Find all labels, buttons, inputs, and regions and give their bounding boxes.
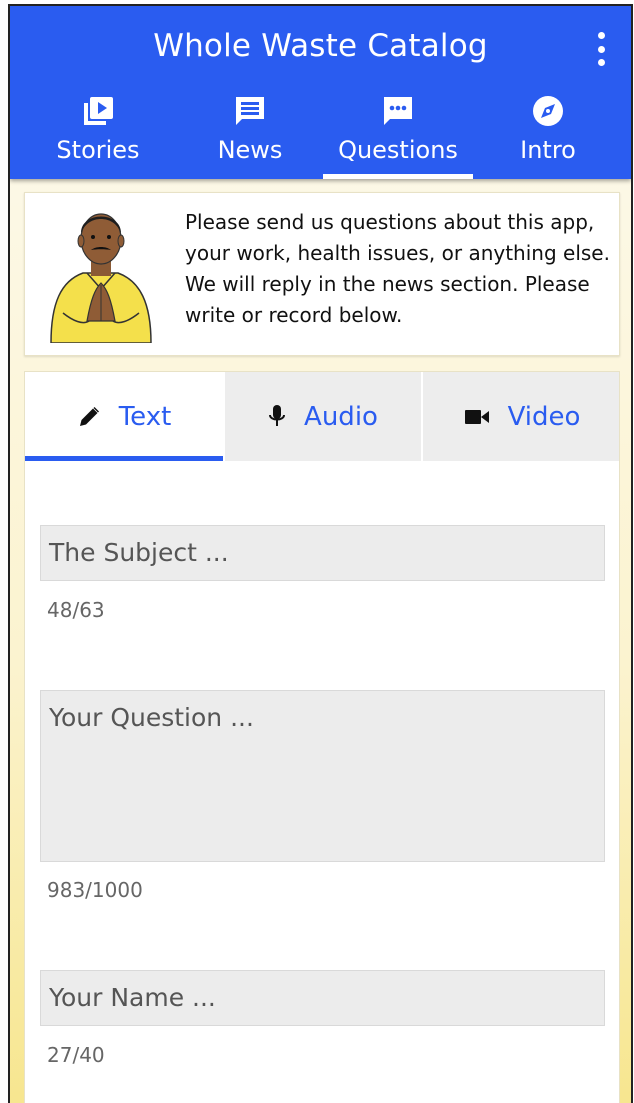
question-form: Text Audio Video The Subject ... 48/63 Y… [24, 371, 620, 1103]
question-textarea[interactable]: Your Question ... [40, 690, 605, 862]
input-mode-tabs: Text Audio Video [25, 372, 619, 461]
intro-card: Please send us questions about this app,… [24, 192, 620, 356]
mode-tab-audio-label: Audio [304, 401, 378, 432]
main-nav-tabs: Stories News Questions Intro [10, 92, 631, 179]
microphone-icon [269, 404, 286, 426]
chat-dots-icon [384, 97, 412, 125]
mode-tab-text-label: Text [118, 401, 172, 432]
play-stack-icon [84, 97, 113, 125]
tab-questions-label: Questions [338, 136, 458, 164]
app-bar: Whole Waste Catalog Stories News Questio… [10, 6, 631, 179]
name-input[interactable]: Your Name ... [40, 970, 605, 1026]
message-lines-icon [236, 97, 264, 125]
subject-placeholder: The Subject ... [49, 538, 229, 567]
overflow-menu-icon[interactable] [595, 32, 607, 66]
tab-news[interactable]: News [180, 92, 320, 179]
app-frame: Whole Waste Catalog Stories News Questio… [8, 4, 633, 1103]
tab-intro-label: Intro [520, 136, 576, 164]
active-tab-indicator [323, 174, 473, 179]
subject-char-counter: 48/63 [47, 598, 105, 622]
mode-tab-text[interactable]: Text [25, 372, 223, 461]
mode-tab-audio[interactable]: Audio [225, 372, 421, 461]
tab-stories-label: Stories [56, 136, 140, 164]
question-char-counter: 983/1000 [47, 878, 143, 902]
question-placeholder: Your Question ... [49, 703, 254, 732]
mode-tab-video-label: Video [507, 401, 581, 432]
tab-stories[interactable]: Stories [28, 92, 168, 179]
name-char-counter: 27/40 [47, 1043, 105, 1067]
tab-questions[interactable]: Questions [323, 92, 473, 179]
pencil-icon [79, 406, 99, 426]
mode-tab-video[interactable]: Video [423, 372, 621, 461]
greeting-man-avatar [50, 213, 152, 343]
compass-icon [533, 96, 563, 126]
app-title: Whole Waste Catalog [153, 28, 488, 64]
active-mode-indicator [25, 456, 223, 461]
intro-message: Please send us questions about this app,… [185, 210, 610, 327]
tab-news-label: News [217, 136, 283, 164]
subject-input[interactable]: The Subject ... [40, 525, 605, 581]
tab-intro[interactable]: Intro [478, 92, 618, 179]
video-camera-icon [464, 409, 489, 424]
name-placeholder: Your Name ... [49, 983, 216, 1012]
